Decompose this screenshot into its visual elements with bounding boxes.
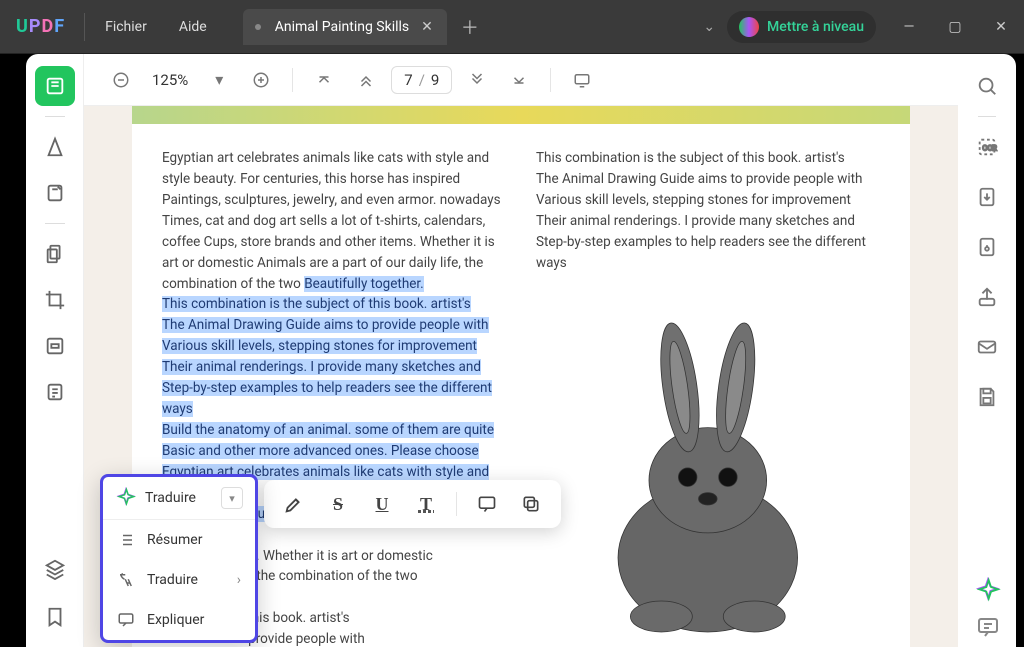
body-text: The Animal Drawing Guide aims to provide… <box>536 171 863 187</box>
protect-button[interactable] <box>967 227 1007 267</box>
divider <box>84 13 85 41</box>
squiggly-button[interactable]: T <box>406 485 446 523</box>
right-toolbar: OCR <box>958 54 1016 647</box>
rabbit-illustration <box>536 292 880 647</box>
ai-item-label: Expliquer <box>147 612 204 628</box>
comments-panel-icon[interactable] <box>976 615 1000 639</box>
prev-page-button[interactable] <box>349 63 383 97</box>
body-text: Egyptian art celebrates animals like cat… <box>162 150 501 292</box>
page-indicator[interactable]: 7 / 9 <box>391 66 452 94</box>
right-column: This combination is the subject of this … <box>536 148 880 647</box>
list-icon <box>117 531 135 549</box>
divider <box>45 223 65 224</box>
body-text: Their animal renderings. I provide many … <box>536 213 855 229</box>
body-text: Various skill levels, stepping stones fo… <box>536 192 851 208</box>
underline-button[interactable]: U <box>362 485 402 523</box>
window-minimize-button[interactable]: — <box>886 7 932 47</box>
document-tab[interactable]: Animal Painting Skills ✕ <box>243 9 447 45</box>
pages-tool-button[interactable] <box>35 234 75 274</box>
ai-explain-item[interactable]: Expliquer <box>103 600 255 640</box>
ai-item-label: Résumer <box>147 532 202 548</box>
first-page-button[interactable] <box>307 63 341 97</box>
upgrade-label: Mettre à niveau <box>767 19 864 35</box>
convert-button[interactable] <box>967 177 1007 217</box>
current-page: 7 <box>404 71 412 89</box>
selected-text: This combination is the subject of this … <box>162 296 471 312</box>
selected-text: Various skill levels, stepping stones fo… <box>162 338 477 354</box>
edit-tool-button[interactable] <box>35 127 75 167</box>
selected-text: Build the anatomy of an animal. some of … <box>162 422 494 438</box>
comment-button[interactable] <box>467 485 507 523</box>
ai-translate-item[interactable]: Traduire › <box>103 560 255 600</box>
strikethrough-button[interactable]: S <box>318 485 358 523</box>
crop-tool-button[interactable] <box>35 280 75 320</box>
ai-item-label: Traduire <box>147 572 198 588</box>
upgrade-button[interactable]: Mettre à niveau <box>727 11 876 43</box>
body-text: This combination is the subject of this … <box>536 150 845 166</box>
zoom-out-button[interactable] <box>104 63 138 97</box>
presentation-button[interactable] <box>565 63 599 97</box>
divider <box>292 68 293 92</box>
save-button[interactable] <box>967 377 1007 417</box>
upgrade-icon <box>739 17 759 37</box>
new-tab-button[interactable]: ＋ <box>447 14 493 40</box>
last-page-button[interactable] <box>502 63 536 97</box>
titlebar: UPDF Fichier Aide Animal Painting Skills… <box>0 0 1024 54</box>
body-text: Step-by-step examples to help readers se… <box>536 234 866 271</box>
share-button[interactable] <box>967 277 1007 317</box>
zoom-value: 125% <box>146 71 194 89</box>
translate-icon <box>117 571 135 589</box>
ai-sparkle-icon <box>115 487 137 509</box>
form-tool-button[interactable] <box>35 372 75 412</box>
layers-button[interactable] <box>35 549 75 589</box>
selected-text: Their animal renderings. I provide many … <box>162 359 481 375</box>
selected-text: Beautifully together. <box>304 276 424 292</box>
copy-button[interactable] <box>511 485 551 523</box>
divider <box>45 116 65 117</box>
email-button[interactable] <box>967 327 1007 367</box>
divider <box>550 68 551 92</box>
bookmark-button[interactable] <box>35 597 75 637</box>
next-page-button[interactable] <box>460 63 494 97</box>
divider <box>978 116 996 117</box>
reader-mode-button[interactable] <box>35 66 75 106</box>
selected-text: The Animal Drawing Guide aims to provide… <box>162 317 489 333</box>
page-separator: / <box>419 71 425 89</box>
ai-dropdown-icon[interactable]: ▾ <box>221 487 243 509</box>
total-pages: 9 <box>431 71 439 89</box>
zoom-in-button[interactable] <box>244 63 278 97</box>
ocr-button[interactable]: OCR <box>967 127 1007 167</box>
page-toolbar: 125% ▾ 7 / 9 <box>84 54 958 106</box>
window-edge <box>0 54 26 647</box>
window-maximize-button[interactable]: ▢ <box>932 7 978 47</box>
redact-tool-button[interactable] <box>35 326 75 366</box>
divider <box>456 492 457 516</box>
ai-fab-icon[interactable] <box>974 577 1002 605</box>
tab-title: Animal Painting Skills <box>275 19 409 35</box>
selected-text: Basic and other more advanced ones. Plea… <box>162 443 479 459</box>
close-tab-icon[interactable]: ✕ <box>419 19 435 35</box>
ai-popup-title: Traduire <box>145 490 213 506</box>
svg-text:OCR: OCR <box>982 144 997 153</box>
ai-assistant-popup: Traduire ▾ Résumer Traduire › Expliquer <box>100 474 258 643</box>
ai-summarize-item[interactable]: Résumer <box>103 520 255 560</box>
window-close-button[interactable]: ✕ <box>978 7 1024 47</box>
ai-popup-header[interactable]: Traduire ▾ <box>103 477 255 520</box>
search-button[interactable] <box>967 66 1007 106</box>
highlight-button[interactable] <box>274 485 314 523</box>
selection-toolbar: S U T <box>264 480 561 528</box>
tab-indicator-icon <box>255 24 261 30</box>
app-logo: UPDF <box>0 16 80 37</box>
selected-text: Step-by-step examples to help readers se… <box>162 380 492 417</box>
menu-help[interactable]: Aide <box>163 19 223 35</box>
annotate-tool-button[interactable] <box>35 173 75 213</box>
menu-file[interactable]: Fichier <box>89 19 163 35</box>
left-toolbar <box>26 54 84 647</box>
zoom-dropdown-icon[interactable]: ▾ <box>202 63 236 97</box>
tabs-dropdown-icon[interactable]: ⌄ <box>691 19 727 35</box>
page-image-banner <box>132 106 910 124</box>
chat-icon <box>117 611 135 629</box>
chevron-right-icon: › <box>237 572 241 588</box>
